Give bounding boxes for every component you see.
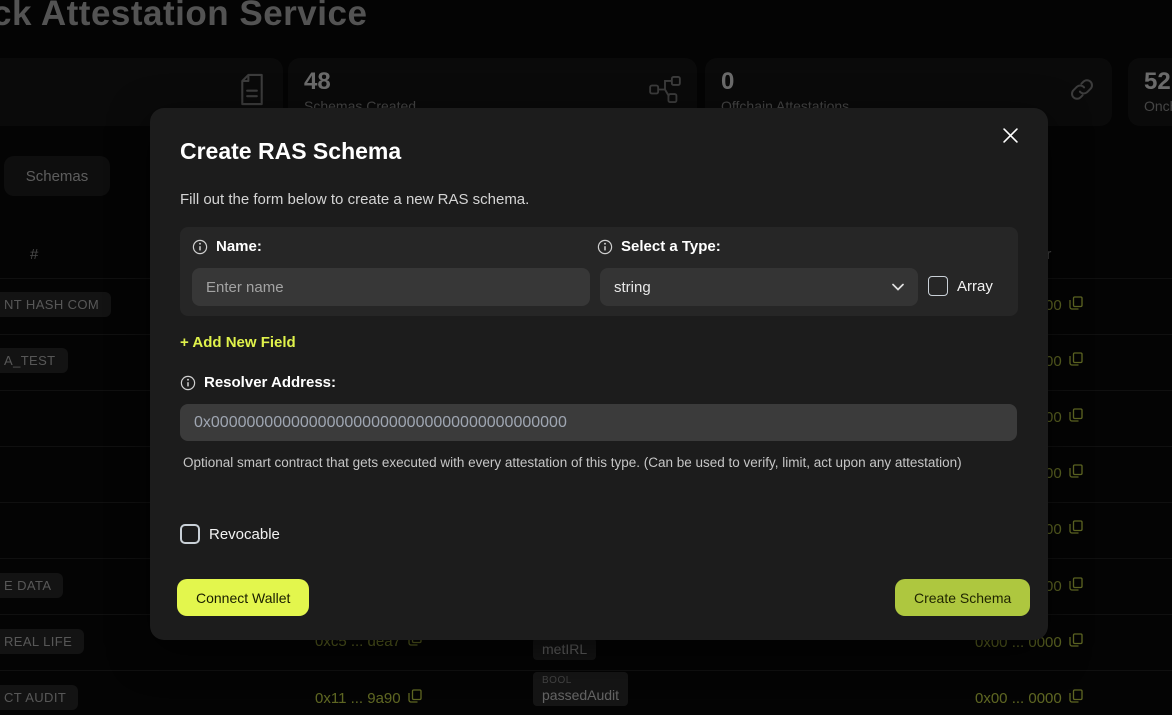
info-icon: [192, 239, 208, 255]
revocable-option: Revocable: [180, 524, 280, 544]
create-schema-button[interactable]: Create Schema: [895, 579, 1030, 616]
modal-title: Create RAS Schema: [180, 138, 401, 165]
type-select[interactable]: string: [600, 268, 918, 306]
add-new-field-link[interactable]: + Add New Field: [180, 334, 296, 351]
info-icon: [180, 375, 196, 391]
revocable-label: Revocable: [209, 526, 280, 543]
type-label-text: Select a Type:: [621, 238, 721, 255]
chevron-down-icon: [892, 283, 904, 291]
array-checkbox[interactable]: [928, 276, 948, 296]
resolver-address-input[interactable]: [180, 404, 1017, 441]
close-icon[interactable]: [995, 120, 1025, 150]
resolver-label-text: Resolver Address:: [204, 374, 336, 391]
type-label: Select a Type:: [597, 238, 721, 255]
resolver-help-text: Optional smart contract that gets execut…: [183, 453, 983, 473]
resolver-label: Resolver Address:: [180, 374, 336, 391]
connect-wallet-button[interactable]: Connect Wallet: [177, 579, 309, 616]
app-root: ck Attestation Service 48 Schemas Create…: [0, 0, 1172, 715]
array-option: Array: [928, 276, 993, 296]
info-icon: [597, 239, 613, 255]
name-label-text: Name:: [216, 238, 262, 255]
field-row-panel: Name: Select a Type: string Array: [180, 227, 1018, 316]
revocable-checkbox[interactable]: [180, 524, 200, 544]
type-select-value: string: [614, 279, 651, 296]
name-label: Name:: [192, 238, 262, 255]
array-label: Array: [957, 278, 993, 295]
name-input[interactable]: [192, 268, 590, 306]
create-schema-modal: Create RAS Schema Fill out the form belo…: [150, 108, 1048, 640]
modal-subtitle: Fill out the form below to create a new …: [180, 191, 529, 208]
